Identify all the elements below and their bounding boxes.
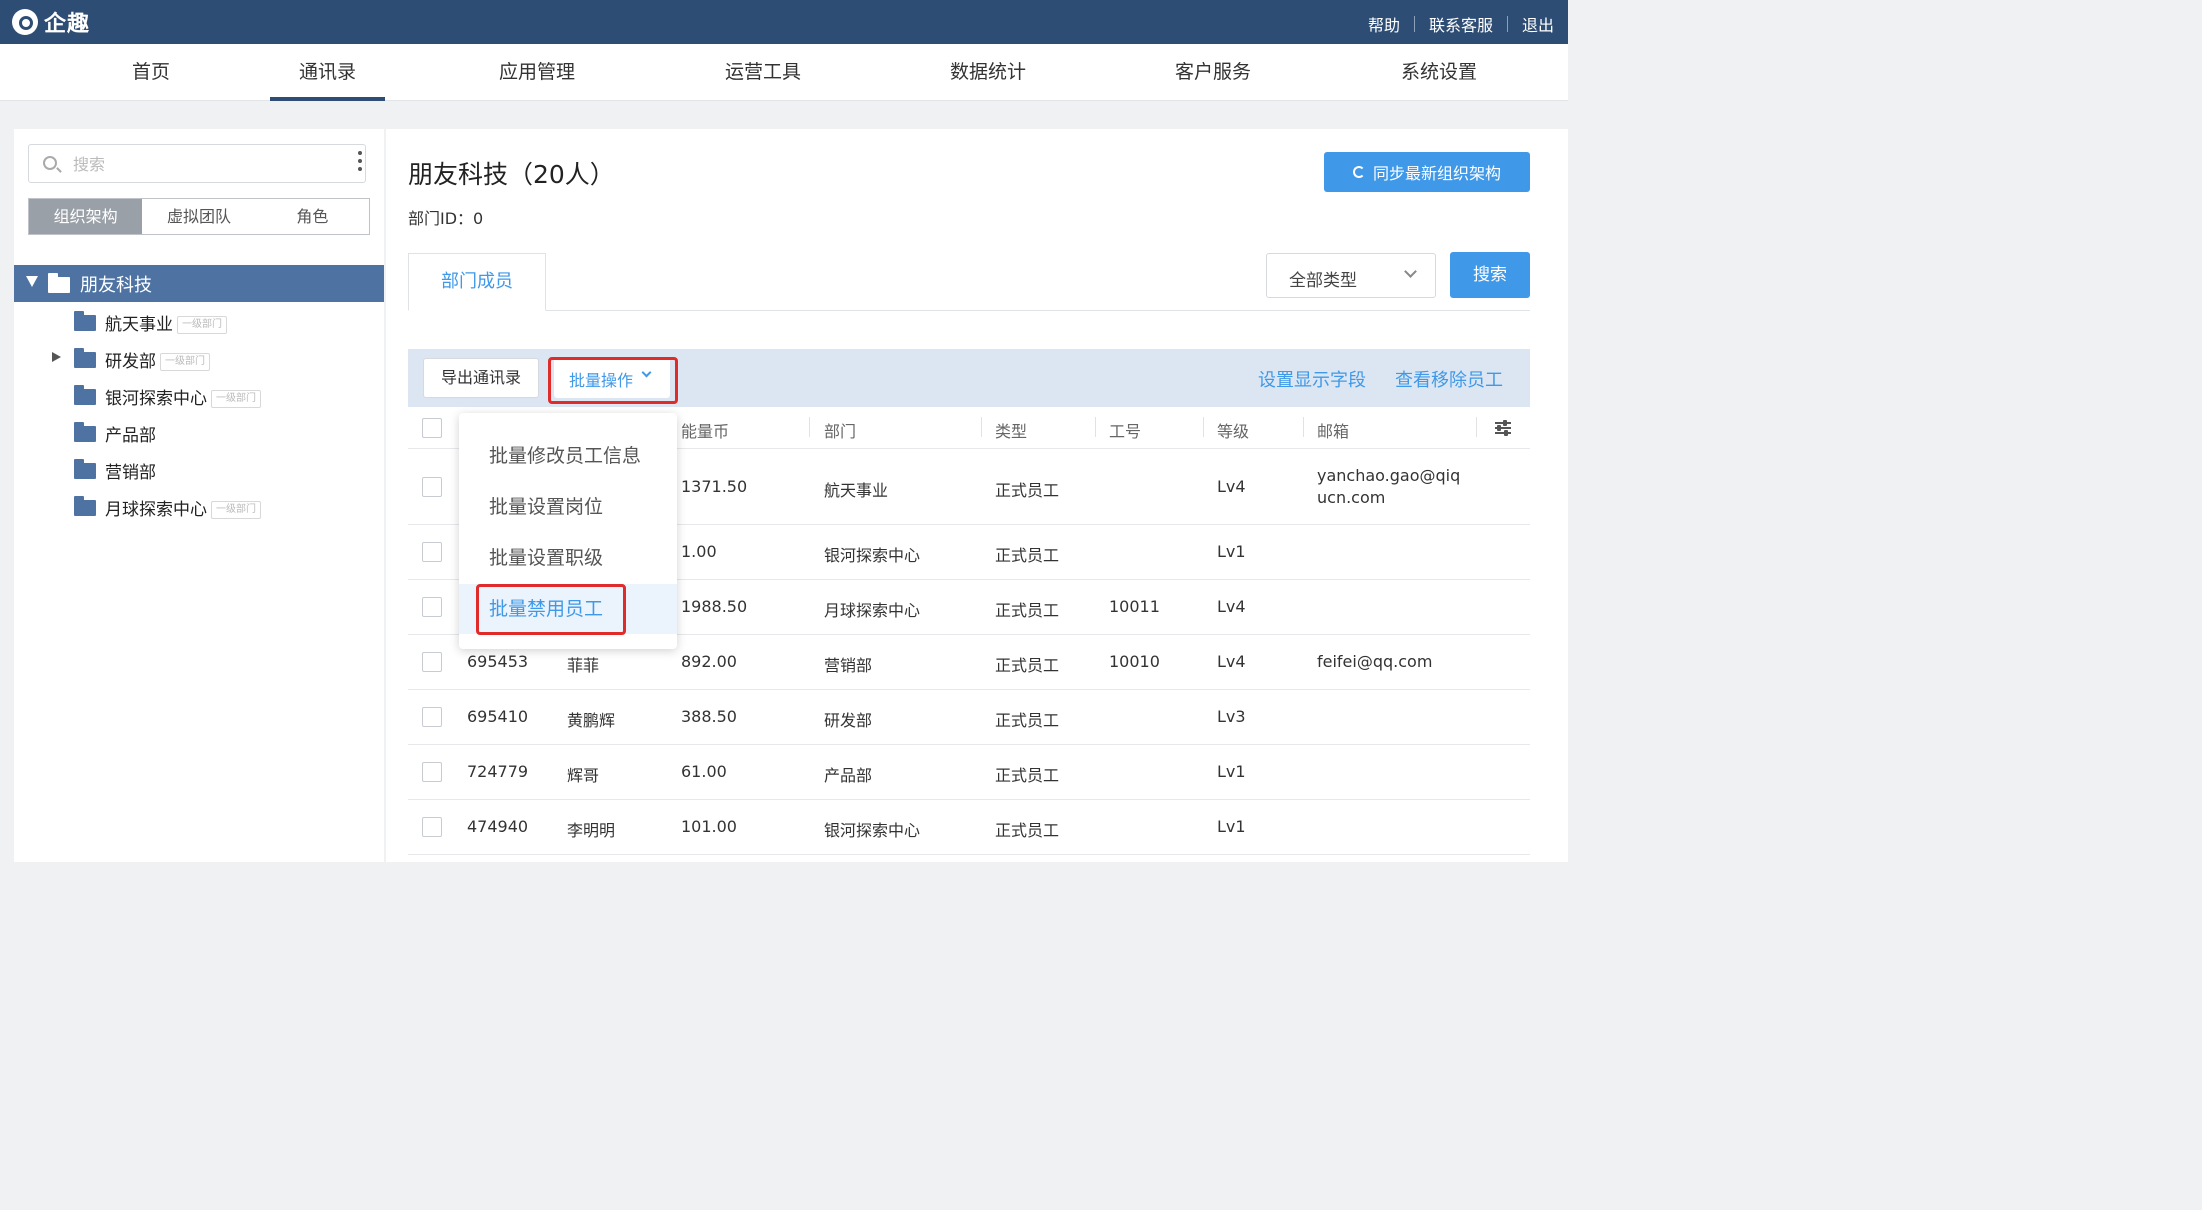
tree-item-label: 研发部 [105, 352, 156, 372]
header-type: 类型 [995, 422, 1028, 441]
divider [1413, 16, 1415, 32]
row-checkbox[interactable] [422, 817, 442, 837]
chevron-down-icon [1404, 265, 1417, 278]
search-button[interactable]: 搜索 [1450, 252, 1530, 298]
table-row[interactable]: 474940 李明明 101.00 银河探索中心 正式员工 Lv1 [408, 800, 1530, 855]
tree-item-rnd[interactable]: 研发部 一级部门 [14, 339, 384, 376]
tree-item-label: 产品部 [105, 426, 156, 446]
page-title: 朋友科技（20人） [408, 160, 615, 189]
caret-right-icon[interactable] [52, 352, 61, 362]
tree-item-product[interactable]: 产品部 [14, 413, 384, 450]
folder-icon [48, 273, 70, 293]
logo-text: 企趣 [44, 12, 91, 37]
tree-item-label: 月球探索中心 [105, 500, 207, 520]
tab-divider [408, 310, 1530, 311]
tab-roles[interactable]: 角色 [256, 199, 369, 234]
sidebar-search-input[interactable] [73, 153, 353, 175]
header-department: 部门 [824, 422, 857, 441]
set-display-fields-link[interactable]: 设置显示字段 [1258, 366, 1366, 392]
folder-icon [74, 311, 96, 331]
header-employee-no: 工号 [1109, 422, 1142, 441]
more-options-icon[interactable] [354, 151, 366, 179]
nav-system-settings[interactable]: 系统设置 [1390, 44, 1488, 101]
tab-org-structure[interactable]: 组织架构 [29, 199, 143, 234]
header-level: 等级 [1217, 422, 1250, 441]
menu-item-batch-set-rank[interactable]: 批量设置职级 [459, 533, 677, 583]
nav-home[interactable]: 首页 [112, 44, 190, 101]
folder-icon [74, 385, 96, 405]
dept-id: 部门ID：0 [408, 209, 484, 228]
folder-icon [74, 348, 96, 368]
top-bar: 企趣 帮助 联系客服 退出 [0, 0, 1568, 44]
tree-item-label: 银河探索中心 [105, 389, 207, 409]
table-row[interactable]: 695410 黄鹏辉 388.50 研发部 正式员工 Lv3 [408, 690, 1530, 745]
tree-item-label: 营销部 [105, 463, 156, 483]
column-settings-icon[interactable] [1495, 420, 1511, 436]
sidebar-search[interactable] [28, 144, 366, 183]
tab-department-members[interactable]: 部门成员 [408, 253, 546, 311]
chevron-down-icon [641, 367, 652, 378]
caret-down-icon[interactable] [26, 276, 38, 287]
contact-support-link[interactable]: 联系客服 [1429, 12, 1493, 36]
table-row[interactable]: 724779 辉哥 61.00 产品部 正式员工 Lv1 [408, 745, 1530, 800]
logo-icon [12, 9, 38, 35]
row-checkbox[interactable] [422, 652, 442, 672]
table-toolbar: 导出通讯录 批量操作 设置显示字段 查看移除员工 [408, 349, 1530, 407]
folder-icon [74, 459, 96, 479]
dept-level-badge: 一级部门 [177, 316, 227, 334]
member-type-select[interactable]: 全部类型 [1266, 253, 1436, 298]
header-email: 邮箱 [1317, 422, 1350, 441]
menu-item-batch-disable[interactable]: 批量禁用员工 [459, 584, 677, 634]
menu-item-batch-set-position[interactable]: 批量设置岗位 [459, 482, 677, 532]
dept-level-badge: 一级部门 [211, 390, 261, 408]
divider [1506, 16, 1508, 32]
menu-item-batch-edit-info[interactable]: 批量修改员工信息 [459, 431, 677, 481]
nav-app-management[interactable]: 应用管理 [488, 44, 586, 101]
batch-operations-button[interactable]: 批量操作 [554, 358, 670, 398]
nav-statistics[interactable]: 数据统计 [939, 44, 1037, 101]
export-contacts-button[interactable]: 导出通讯录 [423, 358, 539, 398]
select-all-checkbox[interactable] [422, 418, 442, 438]
view-removed-employees-link[interactable]: 查看移除员工 [1395, 366, 1503, 392]
tab-virtual-team[interactable]: 虚拟团队 [142, 199, 255, 234]
tree-item-label: 航天事业 [105, 315, 173, 335]
header-coins: 能量币 [681, 422, 730, 441]
tree-item-galaxy-center[interactable]: 银河探索中心 一级部门 [14, 376, 384, 413]
help-link[interactable]: 帮助 [1368, 12, 1400, 36]
main-nav: 首页 通讯录 应用管理 运营工具 数据统计 客户服务 系统设置 [0, 44, 1568, 101]
row-checkbox[interactable] [422, 707, 442, 727]
refresh-icon [1352, 166, 1365, 178]
folder-icon [74, 496, 96, 516]
tree-item-aerospace[interactable]: 航天事业 一级部门 [14, 302, 384, 339]
sync-org-button[interactable]: 同步最新组织架构 [1324, 152, 1530, 192]
tree-item-moon-center[interactable]: 月球探索中心 一级部门 [14, 487, 384, 524]
tree-root-node[interactable]: 朋友科技 [14, 265, 384, 302]
nav-contacts[interactable]: 通讯录 [270, 44, 385, 101]
org-sidebar: 组织架构 虚拟团队 角色 朋友科技 航天事业一级部门 研发部一级部门 银河探索中… [14, 129, 384, 862]
folder-icon [74, 422, 96, 442]
top-links: 帮助 联系客服 退出 [1368, 12, 1554, 36]
tree-root-label: 朋友科技 [80, 275, 152, 296]
batch-operations-menu: 批量修改员工信息 批量设置岗位 批量设置职级 批量禁用员工 [459, 413, 677, 649]
row-checkbox[interactable] [422, 597, 442, 617]
row-checkbox[interactable] [422, 542, 442, 562]
dept-level-badge: 一级部门 [211, 501, 261, 519]
nav-customer-service[interactable]: 客户服务 [1164, 44, 1262, 101]
app-logo[interactable]: 企趣 [12, 8, 91, 37]
dept-level-badge: 一级部门 [160, 353, 210, 371]
nav-operation-tools[interactable]: 运营工具 [714, 44, 812, 101]
search-icon [43, 156, 57, 170]
tree-item-marketing[interactable]: 营销部 [14, 450, 384, 487]
sidebar-tabs: 组织架构 虚拟团队 角色 [28, 198, 370, 235]
logout-link[interactable]: 退出 [1522, 12, 1554, 36]
row-checkbox[interactable] [422, 762, 442, 782]
row-checkbox[interactable] [422, 477, 442, 497]
